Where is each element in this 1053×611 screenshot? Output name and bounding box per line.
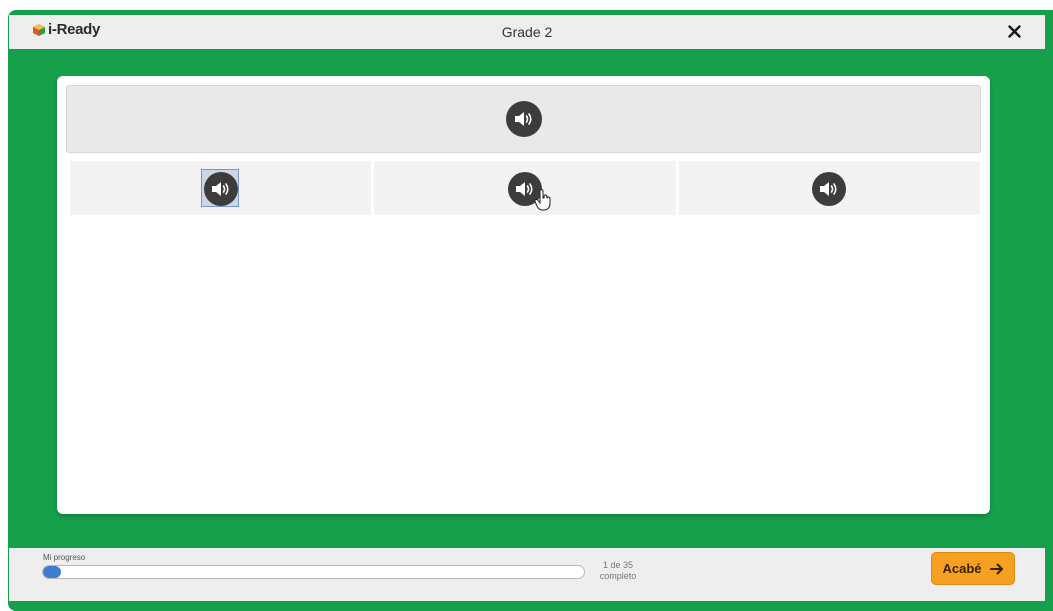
close-icon bbox=[1007, 24, 1021, 38]
speaker-icon bbox=[211, 182, 229, 196]
question-card bbox=[57, 76, 990, 514]
choice-audio-button-3[interactable] bbox=[812, 172, 847, 206]
progress-count-value: 1 de 35 bbox=[602, 560, 634, 570]
progress-bar bbox=[42, 565, 585, 579]
answer-choice-2[interactable] bbox=[374, 161, 676, 215]
progress-label: Mi progreso bbox=[43, 553, 86, 562]
answer-choice-3[interactable] bbox=[678, 161, 980, 215]
choice-audio-button-1[interactable] bbox=[203, 172, 238, 206]
speaker-icon bbox=[820, 182, 837, 196]
arrow-right-icon bbox=[989, 563, 1003, 574]
answer-choice-1[interactable] bbox=[70, 161, 372, 215]
speaker-icon bbox=[515, 112, 532, 126]
progress-count: 1 de 35 completo bbox=[593, 560, 643, 582]
page-title: Grade 2 bbox=[501, 24, 553, 40]
done-button[interactable]: Acabé bbox=[931, 552, 1015, 585]
done-button-label: Acabé bbox=[942, 561, 982, 576]
bottom-bar: Mi progreso 1 de 35 completo Acabé bbox=[9, 548, 1045, 601]
hand-pointer-icon bbox=[534, 189, 551, 211]
close-button[interactable] bbox=[1001, 18, 1027, 44]
progress-bar-fill bbox=[43, 566, 61, 578]
prompt-box bbox=[66, 85, 981, 153]
answer-choices bbox=[70, 161, 980, 215]
prompt-audio-button[interactable] bbox=[506, 101, 542, 137]
progress-count-status: completo bbox=[599, 571, 637, 581]
top-bar: i-Ready Grade 2 bbox=[9, 15, 1045, 49]
speaker-icon bbox=[515, 182, 533, 196]
